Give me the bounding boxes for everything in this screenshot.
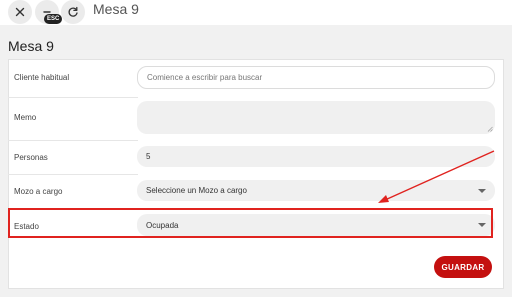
save-button[interactable]: GUARDAR xyxy=(434,256,492,278)
annotation-arrow xyxy=(378,150,495,203)
